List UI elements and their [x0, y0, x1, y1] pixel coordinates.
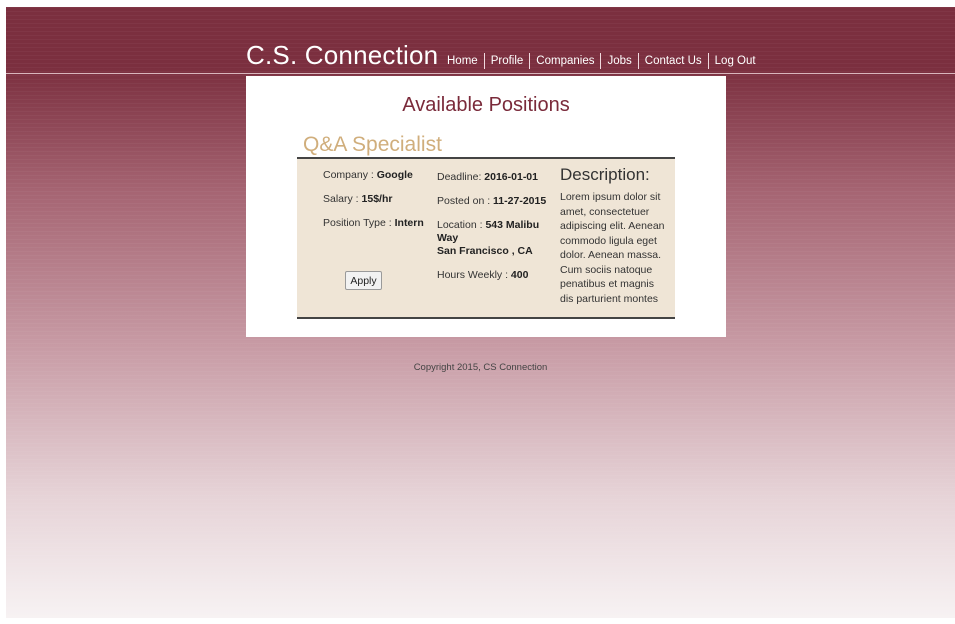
- main-nav: Home Profile Companies Jobs Contact Us L…: [441, 53, 762, 69]
- hours-label: Hours Weekly :: [437, 269, 511, 281]
- nav-profile[interactable]: Profile: [485, 55, 530, 67]
- deadline-field: Deadline: 2016-01-01: [437, 171, 555, 184]
- salary-label: Salary :: [323, 193, 362, 205]
- header-divider: [6, 73, 955, 74]
- job-listing: Company : Google Salary : 15$/hr Positio…: [297, 157, 675, 319]
- location-line2: San Francisco , CA: [437, 245, 533, 257]
- nav-companies[interactable]: Companies: [530, 55, 600, 67]
- posted-value: 11-27-2015: [493, 195, 547, 207]
- apply-button[interactable]: Apply: [345, 271, 382, 290]
- position-type-value: Intern: [394, 217, 424, 229]
- description-text[interactable]: Lorem ipsum dolor sit amet, consectetuer…: [560, 190, 670, 309]
- nav-home[interactable]: Home: [441, 55, 484, 67]
- job-summary-column: Company : Google Salary : 15$/hr Positio…: [323, 169, 424, 241]
- salary-field: Salary : 15$/hr: [323, 193, 424, 206]
- deadline-label: Deadline:: [437, 171, 485, 183]
- position-type-label: Position Type :: [323, 217, 395, 229]
- nav-log-out[interactable]: Log Out: [709, 55, 762, 67]
- location-field: Location : 543 Malibu Way San Francisco ,…: [437, 219, 555, 258]
- nav-jobs[interactable]: Jobs: [601, 55, 637, 67]
- posted-label: Posted on :: [437, 195, 494, 207]
- salary-value: 15$/hr: [361, 193, 393, 205]
- deadline-value: 2016-01-01: [484, 171, 538, 183]
- company-field: Company : Google: [323, 169, 424, 182]
- site-logo[interactable]: C.S. Connection: [246, 40, 438, 71]
- hours-field: Hours Weekly : 400: [437, 269, 555, 282]
- content-card: Available Positions Q&A Specialist Compa…: [246, 76, 726, 337]
- nav-contact-us[interactable]: Contact Us: [639, 55, 708, 67]
- job-details-column: Deadline: 2016-01-01 Posted on : 11-27-2…: [437, 171, 555, 293]
- job-title: Q&A Specialist: [303, 133, 442, 156]
- description-title: Description:: [560, 165, 650, 184]
- company-label: Company :: [323, 169, 377, 181]
- hours-value: 400: [510, 269, 529, 281]
- company-value: Google: [376, 169, 413, 181]
- posted-field: Posted on : 11-27-2015: [437, 195, 555, 208]
- description-column: Description: Lorem ipsum dolor sit amet,…: [560, 165, 670, 309]
- copyright: Copyright 2015, CS Connection: [413, 362, 548, 373]
- page-title: Available Positions: [402, 94, 570, 116]
- page-background: C.S. Connection Home Profile Companies J…: [6, 7, 955, 618]
- location-label: Location :: [437, 219, 486, 231]
- position-type-field: Position Type : Intern: [323, 217, 424, 230]
